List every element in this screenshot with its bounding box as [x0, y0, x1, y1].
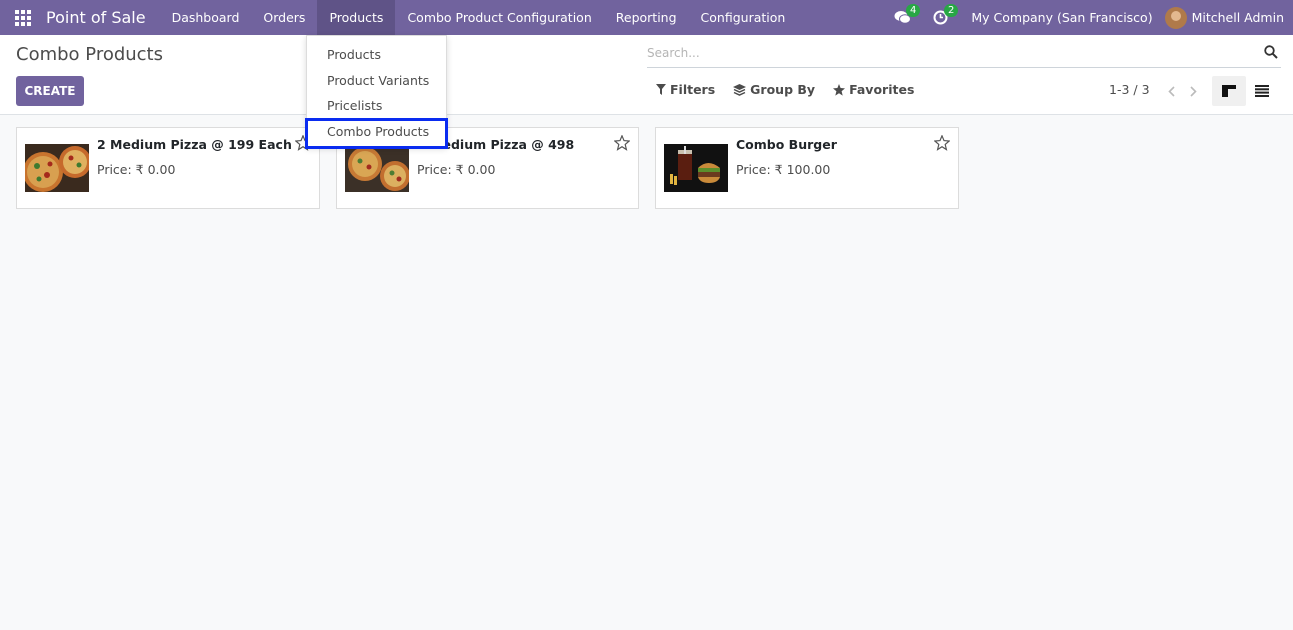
page-title: Combo Products: [16, 44, 163, 65]
product-image: [25, 144, 89, 192]
card-price: Price: ₹ 100.00: [736, 162, 831, 177]
search-bar: [647, 41, 1281, 68]
group-by-label: Group By: [750, 82, 816, 97]
filters-button[interactable]: Filters: [656, 82, 715, 97]
card-title: Combo Burger: [736, 137, 837, 152]
dropdown-item-pricelists[interactable]: Pricelists: [327, 98, 382, 113]
dropdown-item-products[interactable]: Products: [327, 47, 381, 62]
main-menu: Dashboard Orders Products Combo Product …: [160, 0, 798, 35]
messages-badge: 4: [905, 4, 921, 17]
user-menu[interactable]: Mitchell Admin: [1164, 6, 1293, 29]
group-by-button[interactable]: Group By: [733, 82, 815, 97]
list-view-icon[interactable]: [1245, 76, 1279, 106]
user-name: Mitchell Admin: [1191, 10, 1284, 25]
kanban-view-icon[interactable]: [1212, 76, 1246, 106]
products-dropdown-menu: Products Product Variants Pricelists Com…: [306, 35, 447, 147]
search-input[interactable]: [647, 41, 1247, 65]
dropdown-item-product-variants[interactable]: Product Variants: [327, 73, 429, 88]
avatar: [1164, 6, 1187, 29]
create-button[interactable]: CREATE: [16, 76, 84, 106]
apps-menu-icon[interactable]: [0, 0, 46, 35]
top-navbar: Point of Sale Dashboard Orders Products …: [0, 0, 1293, 35]
pager-previous-icon[interactable]: [1160, 83, 1182, 99]
menu-products[interactable]: Products: [317, 0, 396, 35]
filter-icon: [656, 84, 666, 95]
card-title: 2 Medium Pizza @ 199 Each: [97, 137, 292, 152]
card-price: Price: ₹ 0.00: [417, 162, 496, 177]
menu-dashboard[interactable]: Dashboard: [160, 0, 252, 35]
layers-icon: [733, 83, 747, 96]
favorite-star-icon[interactable]: [933, 134, 951, 155]
activities-badge: 2: [943, 4, 959, 17]
menu-configuration[interactable]: Configuration: [689, 0, 798, 35]
kanban-card[interactable]: Combo Burger Price: ₹ 100.00: [655, 127, 959, 209]
messages-icon[interactable]: 4: [883, 0, 921, 35]
activities-clock-icon[interactable]: 2: [921, 0, 959, 35]
control-panel: Combo Products CREATE Filters Group By F…: [0, 35, 1293, 115]
favorites-button[interactable]: Favorites: [833, 82, 914, 97]
dropdown-item-combo-products[interactable]: Combo Products: [327, 124, 429, 139]
card-price: Price: ₹ 0.00: [97, 162, 176, 177]
star-icon: [833, 83, 846, 96]
app-name[interactable]: Point of Sale: [46, 8, 160, 27]
menu-reporting[interactable]: Reporting: [604, 0, 689, 35]
kanban-card[interactable]: 2 Medium Pizza @ 199 Each Price: ₹ 0.00: [16, 127, 320, 209]
menu-combo-product-configuration[interactable]: Combo Product Configuration: [395, 0, 603, 35]
search-icon[interactable]: [1264, 45, 1278, 63]
favorite-star-icon[interactable]: [613, 134, 631, 155]
pager-next-icon[interactable]: [1182, 83, 1204, 99]
product-image: [664, 144, 728, 192]
pager-value[interactable]: 1-3 / 3: [1109, 82, 1150, 97]
menu-orders[interactable]: Orders: [251, 0, 317, 35]
product-image: [345, 144, 409, 192]
filters-label: Filters: [670, 82, 716, 97]
company-switcher[interactable]: My Company (San Francisco): [959, 10, 1164, 25]
favorites-label: Favorites: [849, 82, 915, 97]
